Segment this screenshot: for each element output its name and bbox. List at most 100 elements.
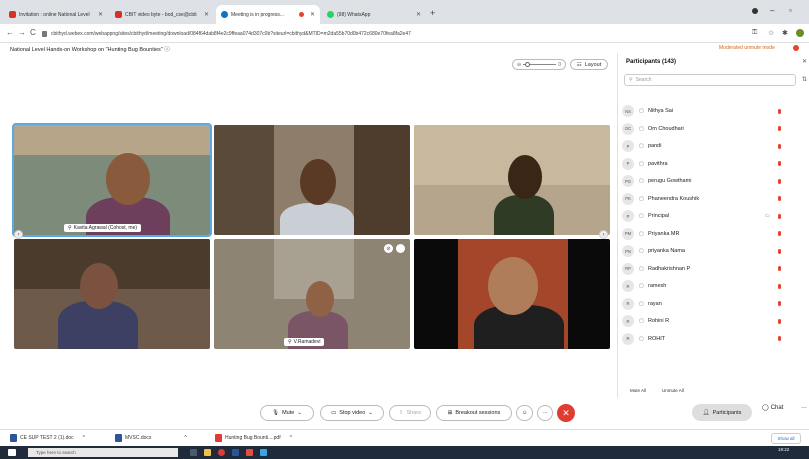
panel-more-button[interactable]: … <box>801 404 807 410</box>
tab-whatsapp[interactable]: (98) WhatsApp ✕ <box>322 5 426 24</box>
file-explorer-icon[interactable] <box>204 449 211 456</box>
tab-cbit-video[interactable]: CBIT video byte - bod_cse@cbit ✕ <box>110 5 214 24</box>
leave-meeting-button[interactable]: ✕ <box>557 404 575 422</box>
back-icon[interactable]: ← <box>6 28 14 37</box>
chevron-down-icon[interactable]: ⌄ <box>297 410 302 416</box>
clock[interactable]: 19:22 <box>778 447 789 452</box>
video-tile-ramadevi[interactable]: ⊘ ⚲ V.Ramadevi <box>214 239 410 349</box>
extensions-icon[interactable]: ✱ <box>782 29 788 37</box>
video-zoom-slider[interactable]: ⊖ 0 <box>512 59 566 70</box>
task-view-icon[interactable] <box>190 449 197 456</box>
video-tile-2[interactable] <box>214 125 410 235</box>
profile-icon[interactable] <box>752 8 758 14</box>
chat-button[interactable]: ◯ Chat <box>762 404 783 412</box>
mic-muted-icon[interactable] <box>778 143 781 149</box>
windows-start-icon[interactable] <box>8 449 16 456</box>
participant-row[interactable]: PG ▢ perugu Gowthami <box>618 173 809 189</box>
tab-invitation[interactable]: Invitation : online National Level ✕ <box>4 5 108 24</box>
layout-button[interactable]: ☷ Layout <box>570 59 608 70</box>
mic-muted-icon[interactable] <box>778 248 781 254</box>
mic-muted-icon[interactable] <box>778 126 781 131</box>
video-tile-3[interactable] <box>414 125 610 235</box>
maximize-button[interactable]: ▫ <box>789 6 792 15</box>
participant-row[interactable]: PM ▢ Priyanka MR <box>618 226 809 242</box>
reload-icon[interactable]: C <box>30 28 36 37</box>
participant-row[interactable]: NS ▢ Nithya Sai <box>618 103 809 119</box>
download-item[interactable]: MVSC.docx ^ <box>115 434 187 442</box>
download-item[interactable]: CE SUP TEST 2 (1).doc ^ <box>10 434 85 442</box>
mic-muted-icon[interactable] <box>778 266 781 271</box>
panel-title: Participants (143) <box>626 59 677 65</box>
share-button[interactable]: ⇪ Share <box>389 405 431 421</box>
taskbar-search[interactable]: Type here to search <box>28 448 178 457</box>
participant-row[interactable]: R ▢ ramesh <box>618 278 809 294</box>
search-icon: ⚲ <box>629 77 633 83</box>
mic-muted-icon[interactable] <box>778 178 781 184</box>
slider-knob[interactable] <box>525 62 531 67</box>
mute-button[interactable]: 🎙︎ Mute ⌄ <box>260 405 314 421</box>
participant-search-input[interactable]: ⚲ Search <box>624 74 796 86</box>
participants-button[interactable]: 👤︎ Participants <box>692 404 752 421</box>
mic-muted-icon[interactable] <box>778 283 781 289</box>
chevron-down-icon[interactable]: ⌄ <box>368 410 373 416</box>
mic-muted-icon[interactable] <box>778 108 781 114</box>
minimize-button[interactable]: – <box>770 6 774 15</box>
key-icon[interactable]: ⚿ <box>752 29 757 37</box>
forward-icon[interactable]: → <box>18 28 26 37</box>
mic-muted-icon[interactable] <box>778 213 781 219</box>
video-tile-kavita[interactable]: ⚲ Kavita Agrawal (Cohost, me) <box>12 123 212 237</box>
participant-row[interactable]: OC ▢ Om Choudhari <box>618 121 809 137</box>
close-icon[interactable]: ✕ <box>802 58 807 65</box>
video-tile-4[interactable] <box>14 239 210 349</box>
slider-track[interactable] <box>523 62 557 67</box>
video-tile-6[interactable] <box>414 239 610 349</box>
app-icon[interactable] <box>260 449 267 456</box>
unmute-all-button[interactable]: Unmute All <box>662 388 684 393</box>
close-icon[interactable]: ✕ <box>310 11 315 18</box>
next-page-icon[interactable]: › <box>599 230 608 239</box>
mic-muted-icon[interactable] <box>778 301 781 306</box>
star-icon[interactable]: ☆ <box>768 29 774 37</box>
stop-video-button[interactable]: ▭ Stop video ⌄ <box>320 405 384 421</box>
mic-muted-icon[interactable] <box>778 161 781 166</box>
tab-meeting[interactable]: Meeting is in progress... ✕ <box>216 5 320 24</box>
participant-row[interactable]: R ▢ ROHIT <box>618 331 809 347</box>
close-icon[interactable]: ✕ <box>416 11 421 18</box>
close-icon[interactable]: ✕ <box>204 11 209 18</box>
mic-muted-icon[interactable] <box>778 336 781 341</box>
zoom-out-icon[interactable]: ⊖ <box>517 62 521 68</box>
avatar[interactable] <box>796 29 804 37</box>
participant-row[interactable]: P ▢ pandi <box>618 138 809 154</box>
info-icon[interactable]: ⓘ <box>164 47 170 53</box>
participant-row[interactable]: PN ▢ priyanka Nama <box>618 243 809 259</box>
mic-muted-icon[interactable] <box>778 318 781 324</box>
participant-row[interactable]: P ▢ pavithra <box>618 156 809 172</box>
participant-row[interactable]: P ▢ Principal ▭ <box>618 208 809 224</box>
close-icon[interactable]: ✕ <box>98 11 103 18</box>
new-tab-button[interactable]: + <box>430 8 435 18</box>
app-icon[interactable] <box>246 449 253 456</box>
chrome-icon[interactable] <box>218 449 225 456</box>
mute-all-button[interactable]: Mute All <box>630 388 646 393</box>
participant-row[interactable]: R ▢ Rohini R <box>618 313 809 329</box>
download-item[interactable]: Hunting Bug Bounti....pdf ^ <box>215 434 292 442</box>
sort-icon[interactable]: ⇅ <box>802 76 807 83</box>
chevron-up-icon[interactable]: ^ <box>83 435 85 441</box>
participant-row[interactable]: PK ▢ Phaneendra Koushik <box>618 191 809 207</box>
url-field[interactable]: cbithyd.webex.com/webappng/sites/cbithyd… <box>42 27 732 40</box>
avatar: PG <box>622 175 634 187</box>
chevron-up-icon[interactable]: ^ <box>184 435 186 441</box>
show-all-button[interactable]: Show all <box>771 433 801 444</box>
more-icon[interactable] <box>396 244 405 253</box>
mic-muted-icon[interactable] <box>778 196 781 201</box>
previous-page-icon[interactable]: ‹ <box>14 230 23 239</box>
word-icon[interactable] <box>232 449 239 456</box>
reactions-button[interactable]: ☺ <box>516 405 533 421</box>
participant-row[interactable]: R ▢ rayan <box>618 296 809 312</box>
breakout-sessions-button[interactable]: ⊞ Breakout sessions <box>436 405 512 421</box>
participant-row[interactable]: RP ▢ Radhakrishnan P <box>618 261 809 277</box>
more-options-button[interactable]: ··· <box>537 405 553 421</box>
chevron-up-icon[interactable]: ^ <box>290 435 292 441</box>
download-label: MVSC.docx <box>125 435 152 441</box>
mic-muted-icon[interactable] <box>778 231 781 236</box>
